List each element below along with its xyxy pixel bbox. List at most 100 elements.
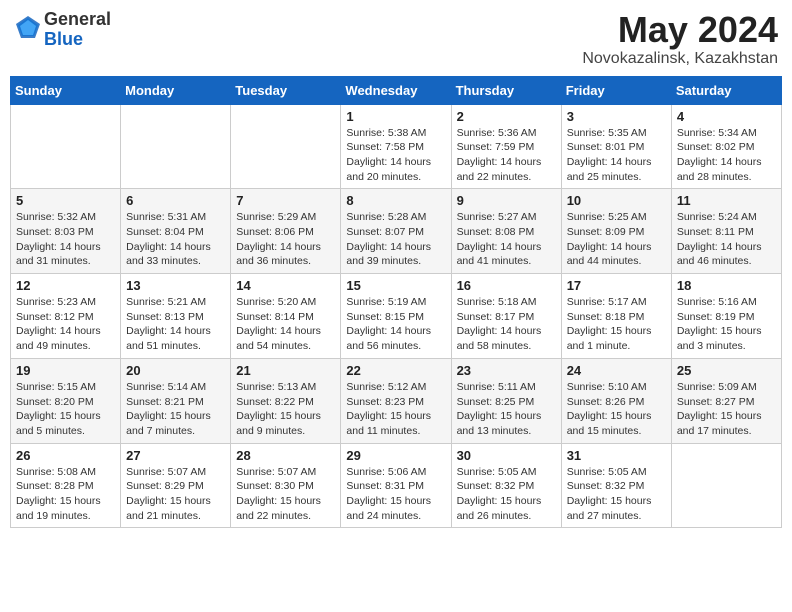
day-info: Sunrise: 5:36 AM Sunset: 7:59 PM Dayligh…	[457, 126, 556, 185]
calendar-week-row: 12Sunrise: 5:23 AM Sunset: 8:12 PM Dayli…	[11, 274, 782, 359]
day-number: 8	[346, 193, 445, 208]
calendar-cell: 9 Sunrise: 5:27 AM Sunset: 8:08 PM Daylig…	[451, 189, 561, 274]
day-number: 28	[236, 448, 335, 463]
day-info: Sunrise: 5:28 AM Sunset: 8:07 PM Dayligh…	[346, 210, 445, 269]
calendar-cell: 25 Sunrise: 5:09 AM Sunset: 8:27 PM Dayli…	[671, 358, 781, 443]
logo-icon	[14, 14, 42, 42]
day-number: 14	[236, 278, 335, 293]
day-number: 24	[567, 363, 666, 378]
day-info: Sunrise: 5:27 AM Sunset: 8:08 PM Dayligh…	[457, 210, 556, 269]
day-info: Sunrise: 5:17 AM Sunset: 8:18 PM Dayligh…	[567, 295, 666, 354]
calendar-cell: 29 Sunrise: 5:06 AM Sunset: 8:31 PM Dayli…	[341, 443, 451, 528]
day-info: Sunrise: 5:38 AM Sunset: 7:58 PM Dayligh…	[346, 126, 445, 185]
calendar-cell: 7Sunrise: 5:29 AM Sunset: 8:06 PM Daylig…	[231, 189, 341, 274]
day-info: Sunrise: 5:19 AM Sunset: 8:15 PM Dayligh…	[346, 295, 445, 354]
calendar-cell: 28 Sunrise: 5:07 AM Sunset: 8:30 PM Dayli…	[231, 443, 341, 528]
calendar-cell: 14 Sunrise: 5:20 AM Sunset: 8:14 PM Dayli…	[231, 274, 341, 359]
day-number: 18	[677, 278, 776, 293]
calendar: SundayMondayTuesdayWednesdayThursdayFrid…	[10, 76, 782, 529]
day-info: Sunrise: 5:24 AM Sunset: 8:11 PM Dayligh…	[677, 210, 776, 269]
calendar-cell: 6Sunrise: 5:31 AM Sunset: 8:04 PM Daylig…	[121, 189, 231, 274]
calendar-cell	[11, 104, 121, 189]
calendar-cell: 12Sunrise: 5:23 AM Sunset: 8:12 PM Dayli…	[11, 274, 121, 359]
day-info: Sunrise: 5:08 AM Sunset: 8:28 PM Dayligh…	[16, 465, 115, 524]
calendar-cell: 8 Sunrise: 5:28 AM Sunset: 8:07 PM Daylig…	[341, 189, 451, 274]
day-info: Sunrise: 5:07 AM Sunset: 8:29 PM Dayligh…	[126, 465, 225, 524]
calendar-cell: 17 Sunrise: 5:17 AM Sunset: 8:18 PM Dayli…	[561, 274, 671, 359]
logo-general: General	[44, 10, 111, 30]
day-info: Sunrise: 5:15 AM Sunset: 8:20 PM Dayligh…	[16, 380, 115, 439]
weekday-header: Sunday	[11, 76, 121, 104]
day-info: Sunrise: 5:31 AM Sunset: 8:04 PM Dayligh…	[126, 210, 225, 269]
calendar-cell: 13 Sunrise: 5:21 AM Sunset: 8:13 PM Dayli…	[121, 274, 231, 359]
calendar-cell: 24 Sunrise: 5:10 AM Sunset: 8:26 PM Dayli…	[561, 358, 671, 443]
calendar-cell	[671, 443, 781, 528]
calendar-cell: 18 Sunrise: 5:16 AM Sunset: 8:19 PM Dayli…	[671, 274, 781, 359]
calendar-cell: 21 Sunrise: 5:13 AM Sunset: 8:22 PM Dayli…	[231, 358, 341, 443]
day-info: Sunrise: 5:12 AM Sunset: 8:23 PM Dayligh…	[346, 380, 445, 439]
logo: General Blue	[14, 10, 111, 50]
weekday-header: Saturday	[671, 76, 781, 104]
calendar-cell: 27 Sunrise: 5:07 AM Sunset: 8:29 PM Dayli…	[121, 443, 231, 528]
logo-text: General Blue	[44, 10, 111, 50]
day-number: 26	[16, 448, 115, 463]
logo-blue: Blue	[44, 30, 111, 50]
weekday-header: Friday	[561, 76, 671, 104]
calendar-cell: 15Sunrise: 5:19 AM Sunset: 8:15 PM Dayli…	[341, 274, 451, 359]
day-info: Sunrise: 5:09 AM Sunset: 8:27 PM Dayligh…	[677, 380, 776, 439]
location: Novokazalinsk, Kazakhstan	[582, 50, 778, 68]
day-info: Sunrise: 5:11 AM Sunset: 8:25 PM Dayligh…	[457, 380, 556, 439]
day-info: Sunrise: 5:25 AM Sunset: 8:09 PM Dayligh…	[567, 210, 666, 269]
day-number: 27	[126, 448, 225, 463]
day-number: 25	[677, 363, 776, 378]
day-number: 13	[126, 278, 225, 293]
day-number: 31	[567, 448, 666, 463]
calendar-cell: 19Sunrise: 5:15 AM Sunset: 8:20 PM Dayli…	[11, 358, 121, 443]
day-number: 3	[567, 109, 666, 124]
day-number: 17	[567, 278, 666, 293]
day-number: 7	[236, 193, 335, 208]
day-info: Sunrise: 5:21 AM Sunset: 8:13 PM Dayligh…	[126, 295, 225, 354]
day-info: Sunrise: 5:06 AM Sunset: 8:31 PM Dayligh…	[346, 465, 445, 524]
day-info: Sunrise: 5:16 AM Sunset: 8:19 PM Dayligh…	[677, 295, 776, 354]
day-info: Sunrise: 5:20 AM Sunset: 8:14 PM Dayligh…	[236, 295, 335, 354]
day-info: Sunrise: 5:05 AM Sunset: 8:32 PM Dayligh…	[567, 465, 666, 524]
calendar-week-row: 1 Sunrise: 5:38 AM Sunset: 7:58 PM Daylig…	[11, 104, 782, 189]
day-number: 21	[236, 363, 335, 378]
day-number: 4	[677, 109, 776, 124]
calendar-cell	[121, 104, 231, 189]
day-info: Sunrise: 5:05 AM Sunset: 8:32 PM Dayligh…	[457, 465, 556, 524]
day-number: 10	[567, 193, 666, 208]
day-number: 22	[346, 363, 445, 378]
weekday-header: Thursday	[451, 76, 561, 104]
month-year: May 2024	[582, 10, 778, 50]
calendar-cell: 31 Sunrise: 5:05 AM Sunset: 8:32 PM Dayli…	[561, 443, 671, 528]
day-info: Sunrise: 5:13 AM Sunset: 8:22 PM Dayligh…	[236, 380, 335, 439]
day-number: 2	[457, 109, 556, 124]
day-info: Sunrise: 5:34 AM Sunset: 8:02 PM Dayligh…	[677, 126, 776, 185]
day-info: Sunrise: 5:07 AM Sunset: 8:30 PM Dayligh…	[236, 465, 335, 524]
day-info: Sunrise: 5:14 AM Sunset: 8:21 PM Dayligh…	[126, 380, 225, 439]
day-number: 29	[346, 448, 445, 463]
day-info: Sunrise: 5:10 AM Sunset: 8:26 PM Dayligh…	[567, 380, 666, 439]
weekday-header: Tuesday	[231, 76, 341, 104]
calendar-week-row: 5Sunrise: 5:32 AM Sunset: 8:03 PM Daylig…	[11, 189, 782, 274]
page-header: General Blue May 2024 Novokazalinsk, Kaz…	[10, 10, 782, 68]
day-number: 9	[457, 193, 556, 208]
calendar-cell: 26 Sunrise: 5:08 AM Sunset: 8:28 PM Dayli…	[11, 443, 121, 528]
day-number: 30	[457, 448, 556, 463]
weekday-header: Monday	[121, 76, 231, 104]
calendar-cell: 3Sunrise: 5:35 AM Sunset: 8:01 PM Daylig…	[561, 104, 671, 189]
day-number: 20	[126, 363, 225, 378]
calendar-week-row: 26 Sunrise: 5:08 AM Sunset: 8:28 PM Dayli…	[11, 443, 782, 528]
day-number: 1	[346, 109, 445, 124]
day-info: Sunrise: 5:32 AM Sunset: 8:03 PM Dayligh…	[16, 210, 115, 269]
weekday-header-row: SundayMondayTuesdayWednesdayThursdayFrid…	[11, 76, 782, 104]
day-number: 11	[677, 193, 776, 208]
calendar-cell: 10 Sunrise: 5:25 AM Sunset: 8:09 PM Dayli…	[561, 189, 671, 274]
calendar-week-row: 19Sunrise: 5:15 AM Sunset: 8:20 PM Dayli…	[11, 358, 782, 443]
calendar-cell: 11 Sunrise: 5:24 AM Sunset: 8:11 PM Dayli…	[671, 189, 781, 274]
day-info: Sunrise: 5:18 AM Sunset: 8:17 PM Dayligh…	[457, 295, 556, 354]
day-number: 12	[16, 278, 115, 293]
calendar-cell: 22 Sunrise: 5:12 AM Sunset: 8:23 PM Dayli…	[341, 358, 451, 443]
